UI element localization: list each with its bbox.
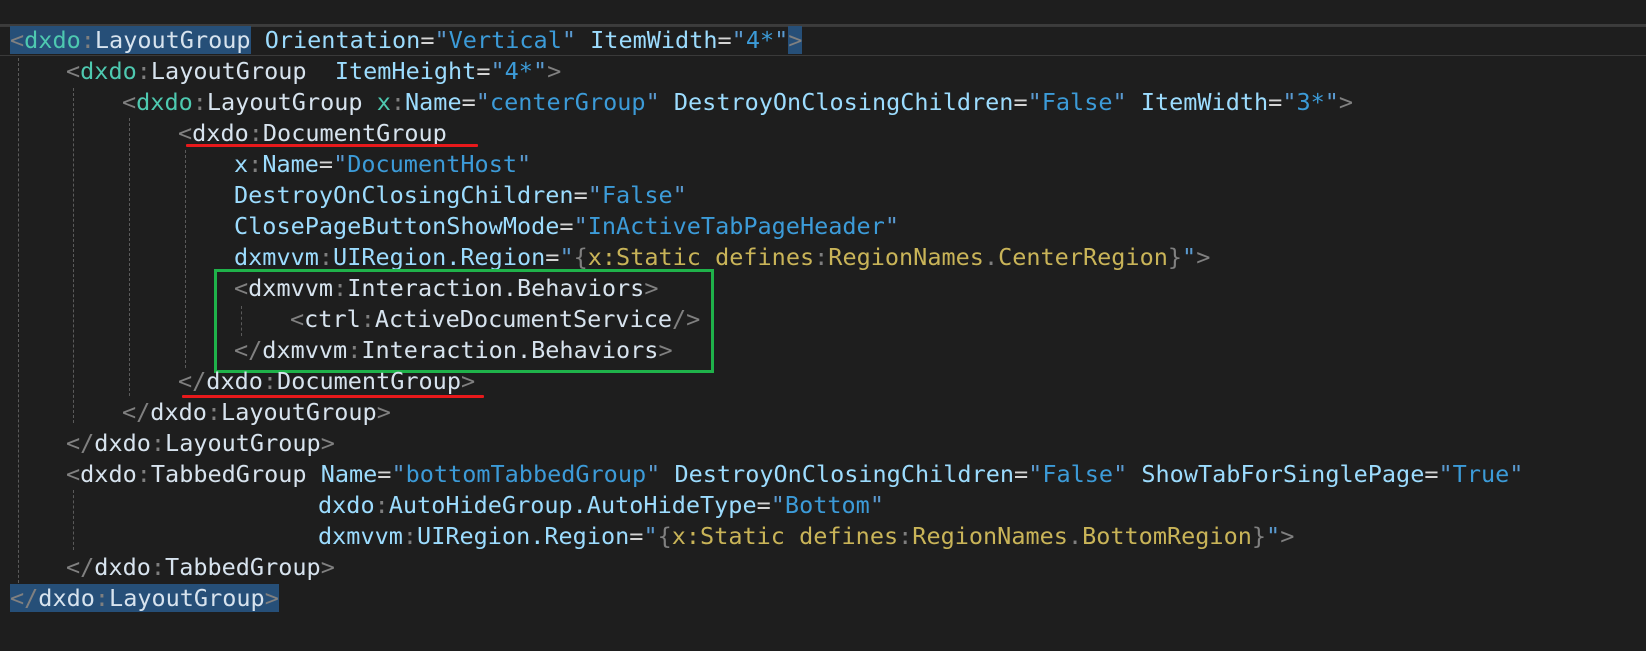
code-line-7[interactable]: ClosePageButtonShowMode="InActiveTabPage… (234, 211, 899, 242)
indent-guide (185, 150, 186, 368)
attr-name: ItemWidth (590, 26, 718, 54)
attr-name: DestroyOnClosingChildren (674, 460, 1015, 488)
tag-prefix: dxdo (136, 88, 193, 116)
markup-class: RegionNames (912, 522, 1068, 550)
tag-prefix: dxdo (150, 398, 207, 426)
code-line-9[interactable]: <dxmvvm:Interaction.Behaviors> (234, 273, 658, 304)
code-line-12[interactable]: </dxdo:DocumentGroup> (178, 366, 475, 397)
attr-name: UIRegion.Region (333, 243, 546, 271)
attr-value: InActiveTabPageHeader (587, 212, 885, 240)
tag-prefix: dxdo (206, 367, 263, 395)
tag-prefix: dxmvvm (248, 274, 334, 302)
tag-name: TabbedGroup (150, 460, 307, 488)
tag-name: TabbedGroup (165, 553, 321, 581)
attr-name: Orientation (264, 26, 421, 54)
attr-value: Bottom (784, 491, 870, 519)
markup-namespace: defines (799, 522, 899, 550)
attr-value: centerGroup (489, 88, 646, 116)
attr-value: False (1042, 460, 1114, 488)
red-underline-annotation (186, 144, 478, 147)
tag-name: LayoutGroup (150, 57, 307, 85)
attr-value: DocumentHost (347, 150, 517, 178)
attr-value: True (1452, 460, 1510, 488)
attr-value: Vertical (448, 26, 562, 54)
attr-name: ItemHeight (334, 57, 477, 85)
markup-class: RegionNames (828, 243, 984, 271)
tag-prefix: dxdo (192, 119, 249, 147)
tag-name: ActiveDocumentService (374, 305, 673, 333)
code-line-1[interactable]: <dxdo:LayoutGroup Orientation="Vertical"… (10, 25, 803, 56)
code-line-15[interactable]: <dxdo:TabbedGroup Name="bottomTabbedGrou… (66, 459, 1523, 490)
markup-extension: x:Static (671, 522, 785, 550)
markup-namespace: defines (715, 243, 815, 271)
code-line-6[interactable]: DestroyOnClosingChildren="False" (234, 180, 687, 211)
attr-name: ShowTabForSinglePage (1141, 460, 1425, 488)
attr-name: DestroyOnClosingChildren (673, 88, 1014, 116)
markup-member: BottomRegion (1082, 522, 1252, 550)
code-editor[interactable]: <dxdo:LayoutGroup Orientation="Vertical"… (0, 0, 1646, 651)
tag-name: DocumentGroup (277, 367, 461, 395)
tag-name: DocumentGroup (262, 119, 447, 147)
code-line-5[interactable]: x:Name="DocumentHost" (234, 149, 531, 180)
attr-prefix: dxmvvm (318, 522, 403, 550)
attr-prefix: x (376, 88, 391, 116)
code-line-13[interactable]: </dxdo:LayoutGroup> (122, 397, 391, 428)
code-line-10[interactable]: <ctrl:ActiveDocumentService/> (290, 304, 700, 335)
code-line-17[interactable]: dxmvvm:UIRegion.Region="{x:Static define… (318, 521, 1294, 552)
attr-value: 4* (745, 26, 775, 54)
code-line-3[interactable]: <dxdo:LayoutGroup x:Name="centerGroup" D… (122, 87, 1353, 118)
tag-prefix: dxdo (80, 460, 137, 488)
tag-name: Interaction.Behaviors (361, 336, 659, 364)
tag-name: Interaction.Behaviors (347, 274, 645, 302)
attr-name: DestroyOnClosingChildren (234, 181, 574, 209)
tag-prefix: dxdo (38, 584, 95, 612)
attr-value: False (1041, 88, 1113, 116)
attr-value: bottomTabbedGroup (405, 460, 647, 488)
attr-name: Name (262, 150, 319, 178)
tag-prefix: dxdo (24, 26, 81, 54)
attr-value: 3* (1296, 88, 1325, 116)
attr-name: UIRegion.Region (417, 522, 630, 550)
attr-name: Name (320, 460, 378, 488)
indent-guide (129, 118, 130, 396)
tag-name: LayoutGroup (206, 88, 363, 116)
attr-prefix: dxmvvm (234, 243, 319, 271)
attr-value: 4* (504, 57, 533, 85)
code-line-11[interactable]: </dxmvvm:Interaction.Behaviors> (234, 335, 673, 366)
attr-name: AutoHideGroup.AutoHideType (388, 491, 757, 519)
tag-prefix: dxmvvm (262, 336, 348, 364)
tag-prefix: dxdo (94, 553, 151, 581)
tag-name: LayoutGroup (221, 398, 377, 426)
attr-name: Name (405, 88, 462, 116)
markup-member: CenterRegion (998, 243, 1168, 271)
tag-name: LayoutGroup (94, 26, 251, 54)
tag-name: LayoutGroup (165, 429, 321, 457)
attr-name: ItemWidth (1140, 88, 1269, 116)
code-line-14[interactable]: </dxdo:LayoutGroup> (66, 428, 335, 459)
attr-prefix: x (234, 150, 249, 178)
code-line-16[interactable]: dxdo:AutoHideGroup.AutoHideType="Bottom" (318, 490, 884, 521)
tag-prefix: dxdo (94, 429, 151, 457)
code-line-18[interactable]: </dxdo:TabbedGroup> (66, 552, 335, 583)
indent-guide (73, 88, 74, 423)
attr-prefix: dxdo (318, 491, 375, 519)
tag-prefix: ctrl (304, 305, 361, 333)
indent-guide (73, 490, 74, 550)
code-line-2[interactable]: <dxdo:LayoutGroup ItemHeight="4*"> (66, 56, 561, 87)
tag-prefix: dxdo (80, 57, 137, 85)
attr-value: False (601, 181, 673, 209)
tag-name: LayoutGroup (109, 584, 265, 612)
markup-extension: x:Static (587, 243, 701, 271)
indent-guide (18, 58, 19, 598)
code-line-19[interactable]: </dxdo:LayoutGroup> (10, 583, 279, 614)
attr-name: ClosePageButtonShowMode (234, 212, 560, 240)
